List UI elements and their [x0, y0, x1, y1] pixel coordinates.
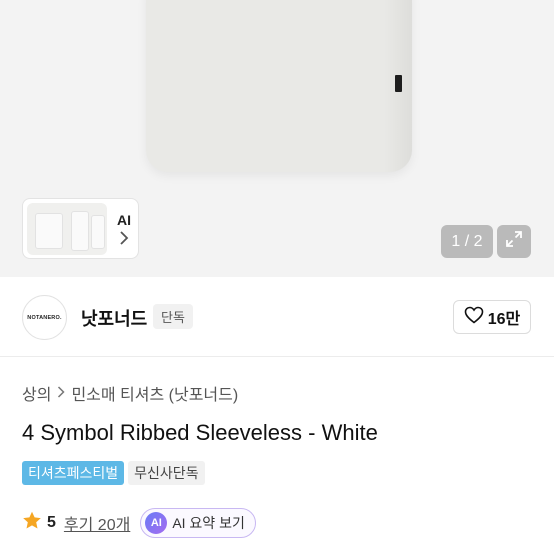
ai-summary-label: AI 요약 보기 — [172, 515, 245, 531]
brand-exclusive-badge: 단독 — [153, 304, 193, 329]
rating-row: 5 후기 20개 AI AI 요약 보기 — [22, 508, 256, 538]
tag-tshirt-festival[interactable]: 티셔츠페스티벌 — [22, 461, 125, 485]
product-label-tag — [395, 75, 402, 92]
ai-thumbnail — [27, 203, 107, 255]
brand-logo[interactable]: NOTANERO. — [22, 295, 67, 340]
chevron-right-icon — [57, 385, 66, 401]
ai-badge-icon: AI — [145, 512, 168, 534]
product-image — [146, 0, 412, 172]
expand-button[interactable] — [497, 225, 531, 258]
image-counter: 1 / 2 — [441, 225, 493, 258]
heart-outline-icon — [464, 306, 484, 329]
product-title: 4 Symbol Ribbed Sleeveless - White — [22, 420, 378, 445]
product-tags: 티셔츠페스티벌 무신사단독 — [22, 461, 205, 485]
brand-name[interactable]: 낫포너드 — [81, 305, 147, 331]
brand-logo-text: NOTANERO. — [27, 314, 62, 321]
breadcrumb-item-subcategory[interactable]: 민소매 티셔츠 (낫포너드) — [71, 381, 238, 405]
ai-summary-button[interactable]: AI AI 요약 보기 — [140, 508, 256, 538]
product-image-gallery[interactable]: AI 1 / 2 — [0, 0, 554, 277]
breadcrumb-item-category[interactable]: 상의 — [22, 381, 51, 405]
breadcrumb: 상의 민소매 티셔츠 (낫포너드) — [22, 381, 238, 405]
star-icon — [22, 511, 42, 535]
like-button[interactable]: 16만 — [453, 300, 531, 334]
brand-row: NOTANERO. 낫포너드 단독 16만 — [0, 280, 554, 356]
divider — [0, 356, 554, 357]
chevron-right-icon — [119, 231, 129, 250]
expand-icon — [505, 230, 523, 253]
tag-musinsa-exclusive: 무신사단독 — [128, 461, 205, 485]
reviews-link[interactable]: 후기 20개 — [64, 511, 130, 535]
rating-score: 5 — [47, 514, 56, 531]
ai-image-card[interactable]: AI — [22, 198, 139, 259]
ai-card-label: AI — [117, 212, 131, 228]
like-count: 16만 — [487, 311, 521, 328]
